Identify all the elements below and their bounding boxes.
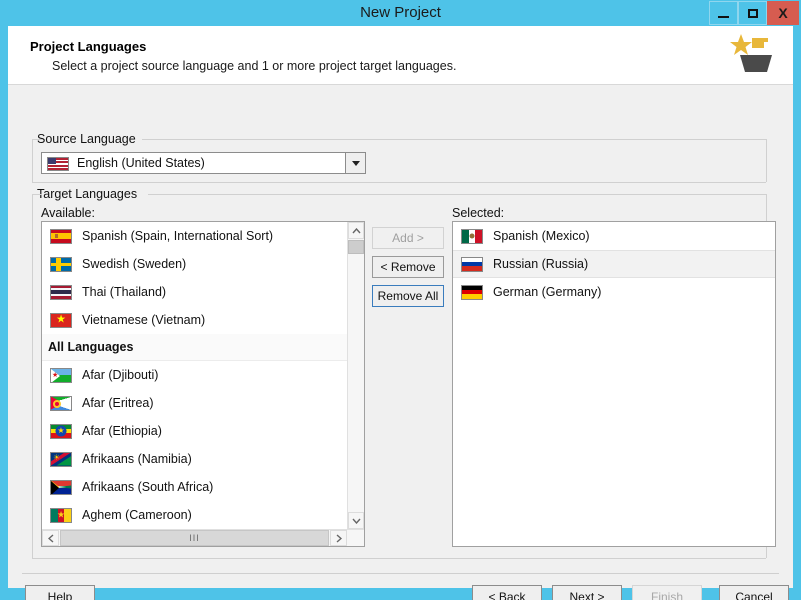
close-button[interactable]: X: [767, 1, 799, 25]
dialog-client-area: Project Languages Select a project sourc…: [8, 26, 793, 600]
flag-us-icon: [47, 157, 69, 171]
tgroup-border-left: [32, 194, 33, 558]
scroll-up-button[interactable]: [348, 222, 364, 239]
list-item[interactable]: ★ Afar (Ethiopia): [42, 417, 364, 445]
flag-th-icon: [50, 284, 72, 300]
page-subtitle: Select a project source language and 1 o…: [52, 59, 457, 73]
list-item-label: Vietnamese (Vietnam): [82, 313, 206, 327]
header-banner: Project Languages Select a project sourc…: [8, 26, 793, 84]
chevron-down-icon: [351, 518, 361, 524]
back-button[interactable]: < Back: [472, 585, 542, 600]
minimize-icon: [718, 15, 729, 18]
footer-divider: [22, 573, 779, 574]
tgroup-line-bottom: [32, 558, 766, 559]
group-border-left: [32, 139, 33, 182]
available-vertical-scrollbar[interactable]: [347, 222, 364, 529]
list-item[interactable]: Afar (Eritrea): [42, 389, 364, 417]
selected-items-container: Spanish (Mexico) Russian (Russia) German (…: [453, 222, 775, 546]
new-project-dialog: New Project X Project Languages Select a…: [0, 0, 801, 600]
flag-et-icon: ★: [50, 423, 72, 439]
chevron-left-icon: [47, 533, 53, 543]
list-item-label: German (Germany): [493, 285, 602, 299]
project-star-icon: [730, 34, 772, 72]
flag-ru-icon: [461, 256, 483, 272]
flag-er-icon: [50, 395, 72, 411]
flag-na-icon: ☀: [50, 451, 72, 467]
flag-de-icon: [461, 284, 483, 300]
list-item[interactable]: ★ Vietnamese (Vietnam): [42, 306, 364, 334]
tgroup-line-right: [148, 194, 766, 195]
chevron-up-icon: [351, 227, 361, 233]
chevron-right-icon: [336, 533, 342, 543]
list-group-header: All Languages: [42, 334, 364, 361]
list-item-label: Russian (Russia): [493, 257, 589, 271]
add-button[interactable]: Add >: [372, 227, 444, 249]
maximize-icon: [747, 8, 758, 18]
window-title: New Project: [360, 4, 441, 21]
list-item[interactable]: Russian (Russia): [453, 250, 775, 278]
scroll-down-button[interactable]: [348, 512, 364, 529]
help-button[interactable]: Help: [25, 585, 95, 600]
list-item-label: Aghem (Cameroon): [82, 508, 192, 522]
finish-button[interactable]: Finish: [632, 585, 702, 600]
target-languages-group-label: Target Languages: [33, 187, 142, 201]
scroll-left-button[interactable]: [42, 530, 59, 546]
list-item-label: Thai (Thailand): [82, 285, 167, 299]
maximize-button[interactable]: [738, 1, 767, 25]
page-title: Project Languages: [30, 39, 147, 54]
flag-dj-icon: ★: [50, 367, 72, 383]
source-language-value: English (United States): [77, 156, 205, 170]
list-item[interactable]: Swedish (Sweden): [42, 250, 364, 278]
next-button[interactable]: Next >: [552, 585, 622, 600]
available-horizontal-scrollbar[interactable]: III: [42, 529, 364, 546]
minimize-button[interactable]: [709, 1, 738, 25]
flag-se-icon: [50, 256, 72, 272]
list-item[interactable]: German (Germany): [453, 278, 775, 306]
flag-vn-icon: ★: [50, 312, 72, 328]
list-item-label: Spanish (Spain, International Sort): [82, 229, 274, 243]
list-item[interactable]: ★ Aghem (Cameroon): [42, 501, 364, 529]
group-line-bottom: [32, 182, 766, 183]
group-border-right: [766, 139, 767, 182]
list-item[interactable]: ★ Afar (Djibouti): [42, 361, 364, 389]
list-item-label: Afar (Eritrea): [82, 396, 154, 410]
list-item[interactable]: Spanish (Spain, International Sort): [42, 222, 364, 250]
flag-mx-icon: [461, 228, 483, 244]
title-bar: New Project X: [0, 0, 801, 26]
scroll-thumb-horizontal[interactable]: III: [60, 530, 329, 546]
flag-es-icon: [50, 228, 72, 244]
group-line-left: [32, 139, 42, 140]
available-languages-listbox[interactable]: Spanish (Spain, International Sort) Swedi…: [41, 221, 365, 547]
flag-cm-icon: ★: [50, 507, 72, 523]
list-item-label: Afrikaans (Namibia): [82, 452, 192, 466]
list-item[interactable]: Spanish (Mexico): [453, 222, 775, 250]
close-icon: X: [778, 5, 788, 21]
group-line-right: [142, 139, 766, 140]
list-item[interactable]: Afrikaans (South Africa): [42, 473, 364, 501]
flag-za-icon: [50, 479, 72, 495]
cancel-button[interactable]: Cancel: [719, 585, 789, 600]
list-item-label: Afar (Djibouti): [82, 368, 159, 382]
available-items-container: Spanish (Spain, International Sort) Swedi…: [42, 222, 364, 546]
scroll-thumb-vertical[interactable]: [348, 240, 364, 254]
chevron-down-icon[interactable]: [345, 153, 365, 173]
source-language-group-label: Source Language: [33, 132, 140, 146]
remove-all-button[interactable]: Remove All: [372, 285, 444, 307]
list-item-label: Spanish (Mexico): [493, 229, 590, 243]
tgroup-line-left: [32, 194, 42, 195]
available-label: Available:: [41, 206, 95, 220]
selected-languages-listbox[interactable]: Spanish (Mexico) Russian (Russia) German (…: [452, 221, 776, 547]
list-item[interactable]: ☀ Afrikaans (Namibia): [42, 445, 364, 473]
banner-divider: [8, 84, 793, 85]
list-item[interactable]: Thai (Thailand): [42, 278, 364, 306]
list-item-label: Afrikaans (South Africa): [82, 480, 214, 494]
source-language-combobox[interactable]: English (United States): [41, 152, 366, 174]
selected-label: Selected:: [452, 206, 505, 220]
list-item-label: Swedish (Sweden): [82, 257, 187, 271]
list-item-label: Afar (Ethiopia): [82, 424, 162, 438]
scroll-right-button[interactable]: [330, 530, 347, 546]
remove-button[interactable]: < Remove: [372, 256, 444, 278]
